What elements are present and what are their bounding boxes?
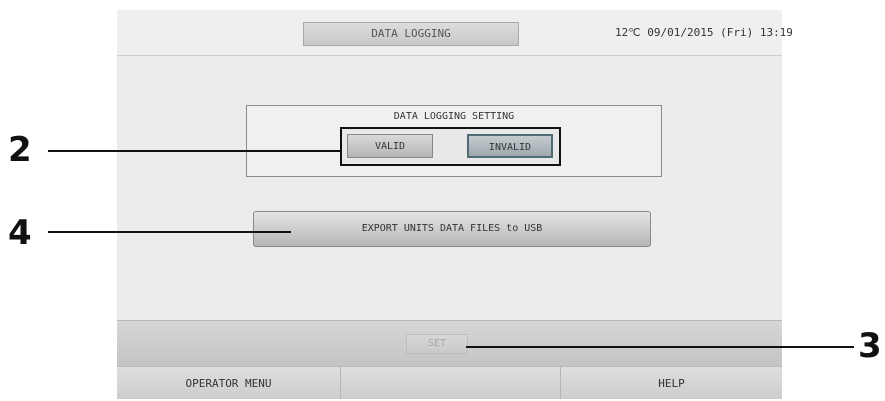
callout-line-2 [48,150,341,152]
screen-title: DATA LOGGING [303,22,519,46]
valid-invalid-toggle-group: VALID INVALID [340,127,561,166]
top-bar: DATA LOGGING 12℃ 09/01/2015 (Fri) 13:19 [117,10,793,56]
operator-menu-button[interactable]: OPERATOR MENU [117,367,341,399]
valid-button[interactable]: VALID [347,134,433,158]
status-readout: 12℃ 09/01/2015 (Fri) 13:19 [615,22,793,44]
data-logging-setting-group: DATA LOGGING SETTING VALID INVALID [246,105,662,177]
callout-line-3 [466,346,854,348]
callout-number-2: 2 [8,130,32,170]
invalid-button[interactable]: INVALID [467,134,553,158]
data-logging-screen: DATA LOGGING 12℃ 09/01/2015 (Fri) 13:19 … [117,10,793,399]
setting-title: DATA LOGGING SETTING [393,111,515,122]
action-bar: SET [117,320,782,367]
set-button[interactable]: SET [406,334,468,354]
bottom-middle-button[interactable] [341,367,561,399]
temperature-readout: 12℃ [615,26,641,39]
bottom-nav-bar: OPERATOR MENU HELP [117,366,782,399]
datetime-readout: 09/01/2015 (Fri) 13:19 [647,26,793,39]
callout-line-4 [48,231,291,233]
callout-number-4: 4 [8,213,32,253]
callout-number-3: 3 [858,326,882,366]
export-units-data-button[interactable]: EXPORT UNITS DATA FILES to USB [253,211,651,247]
help-button[interactable]: HELP [561,367,782,399]
